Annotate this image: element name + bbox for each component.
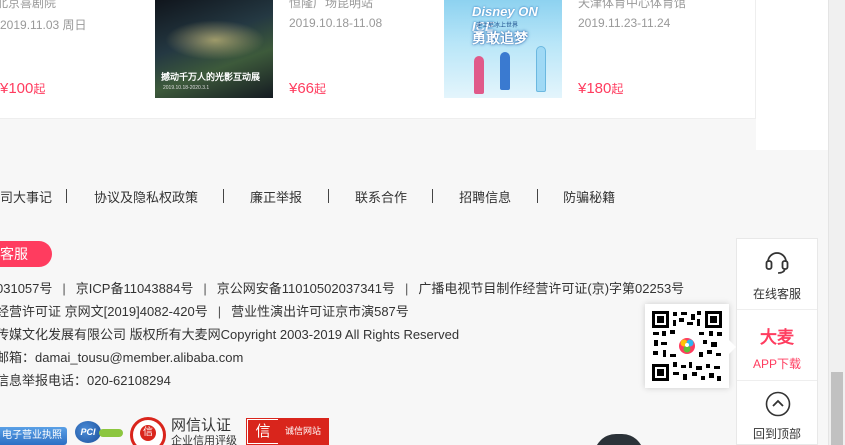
price-value: ¥100 — [0, 80, 34, 97]
online-service-button[interactable]: 在线客服 — [737, 239, 817, 309]
show-price: ¥180起 — [578, 80, 623, 97]
divider: | — [62, 281, 66, 296]
headset-icon — [765, 252, 789, 274]
license-line: 经营许可证 京网文[2019]4082-420号 | 营业性演出许可证京市演587号 — [0, 301, 409, 320]
qr-code-icon — [651, 310, 723, 382]
contact-email: 邮箱：damai_tousu@member.alibaba.com — [0, 350, 244, 365]
trust-badge[interactable]: 信 — [130, 417, 166, 445]
footer-link-cooperation[interactable]: 联系合作 — [355, 187, 407, 206]
license-link[interactable]: 营业性演出许可证京市演587号 — [231, 304, 409, 319]
price-value: ¥180 — [578, 80, 612, 97]
floating-sidebar: 在线客服 大麦 APP下载 回到顶部 — [736, 238, 818, 445]
back-to-top-button[interactable]: 回到顶部 — [737, 381, 817, 445]
license-link[interactable]: 京公网安备11010502037341号 — [217, 281, 395, 296]
online-service-label: 在线客服 — [752, 287, 801, 301]
poster-title: 勇敢追梦 — [472, 30, 528, 46]
skater-figure — [536, 46, 546, 92]
pci-logo: PCI — [75, 421, 101, 443]
content-edge — [756, 0, 828, 150]
divider — [432, 189, 434, 203]
divider: | — [404, 281, 409, 296]
footer-link-report[interactable]: 廉正举报 — [250, 187, 302, 206]
floating-widget-edge[interactable] — [594, 434, 644, 445]
popup-arrow — [729, 340, 736, 354]
credit-logo: 信 — [248, 420, 278, 443]
license-link[interactable]: 经营许可证 京网文[2019]4082-420号 — [0, 304, 208, 319]
show-venue[interactable]: 恒隆广场昆明站 — [289, 0, 373, 11]
footer-link-history[interactable]: 公司大事记 — [0, 187, 52, 206]
show-date: 2019.11.23-11.24 — [578, 16, 671, 30]
credit-text: 诚信网站 — [278, 419, 328, 444]
copyright-text: 传媒文化发展有限公司 版权所有大麦网Copyright 2003-2019 Al… — [0, 327, 460, 342]
poster-date: 2019.10.18-2020.3.1 — [163, 85, 210, 91]
scrollbar-thumb[interactable] — [831, 372, 843, 445]
divider: | — [203, 281, 207, 296]
show-venue[interactable]: 天津体育中心体育馆 — [578, 0, 686, 11]
arrow-up-icon — [765, 391, 791, 417]
poster-light — [165, 20, 265, 60]
price-unit: 起 — [611, 82, 624, 96]
page: 北京喜剧院 2019.11.03 周日 ¥100起 撼动千万人的光影互动展 20… — [0, 0, 845, 445]
business-license-badge[interactable]: 电子营业执照 — [0, 427, 67, 445]
footer-link-jobs[interactable]: 招聘信息 — [459, 187, 511, 206]
license-link[interactable]: 广播电视节目制作经营许可证(京)字第02253号 — [418, 281, 684, 296]
show-date: 2019.10.18-11.08 — [289, 16, 383, 30]
skater-figure — [500, 52, 510, 90]
price-value: ¥66 — [289, 80, 315, 97]
poster-title: 撼动千万人的光影互动展 — [161, 72, 261, 82]
footer-links: 公司大事记 协议及隐私权政策 廉正举报 联系合作 招聘信息 防骗秘籍 — [0, 186, 615, 206]
app-qr-popup — [645, 304, 736, 388]
credit-site-badge[interactable]: 信 诚信网站 — [246, 418, 329, 445]
price-unit: 起 — [33, 82, 46, 96]
app-download-button[interactable]: 大麦 APP下载 — [737, 310, 817, 380]
divider: | — [217, 304, 222, 319]
show-poster[interactable]: Disney ON ICE 迪士尼冰上世界 勇敢追梦 — [444, 0, 562, 98]
show-poster[interactable]: 撼动千万人的光影互动展 2019.10.18-2020.3.1 — [155, 0, 273, 98]
show-venue[interactable]: 北京喜剧院 — [0, 0, 56, 11]
price-unit: 起 — [314, 82, 327, 96]
back-to-top-label: 回到顶部 — [752, 427, 801, 441]
report-phone: 信息举报电话：020-62108294 — [0, 373, 171, 388]
divider — [328, 189, 330, 203]
footer-link-anti-fraud[interactable]: 防骗秘籍 — [563, 187, 615, 206]
wangxin-subtitle: 企业信用评级 — [171, 435, 237, 445]
wangxin-badge[interactable]: 网信认证 企业信用评级 — [171, 417, 243, 445]
license-line: 031057号 | 京ICP备11043884号 | 京公网安备110105020373… — [0, 278, 684, 297]
show-date: 2019.11.03 周日 — [0, 18, 87, 32]
license-text: 031057号 — [0, 281, 53, 296]
license-link[interactable]: 京ICP备11043884号 — [76, 281, 194, 296]
divider — [223, 189, 225, 203]
trust-core: 信 — [140, 425, 156, 441]
customer-service-button[interactable]: 客服 — [0, 241, 52, 267]
footer-link-privacy[interactable]: 协议及隐私权政策 — [94, 187, 198, 206]
pci-badge[interactable]: PCI — [75, 419, 123, 445]
show-price: ¥100起 — [0, 80, 45, 97]
recommended-shows: 北京喜剧院 2019.11.03 周日 ¥100起 撼动千万人的光影互动展 20… — [0, 0, 756, 119]
damai-logo: 大麦 — [760, 328, 794, 347]
show-price: ¥66起 — [289, 80, 326, 97]
pci-wave — [99, 429, 123, 437]
app-download-label: APP下载 — [752, 357, 801, 371]
divider — [537, 189, 539, 203]
divider — [66, 189, 68, 203]
skater-figure — [474, 56, 484, 94]
